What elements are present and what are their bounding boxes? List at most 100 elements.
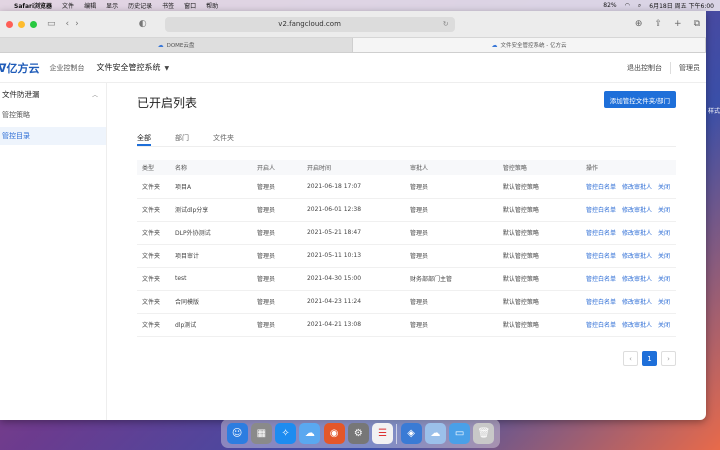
settings-icon[interactable]: ⚙: [347, 423, 369, 444]
whitelist-link[interactable]: 管控白名单: [586, 184, 616, 191]
back-icon[interactable]: ‹: [66, 19, 70, 29]
close-window-button[interactable]: [6, 20, 13, 28]
menu-edit[interactable]: 编辑: [84, 1, 96, 10]
whitelist-link[interactable]: 管控白名单: [586, 253, 616, 260]
close-link[interactable]: 关闭: [658, 207, 670, 214]
safari-icon[interactable]: ✧: [275, 423, 297, 444]
privacy-icon[interactable]: ◐: [139, 19, 147, 29]
divider: [670, 61, 671, 74]
datetime[interactable]: 6月18日 周五 下午6:00: [649, 1, 714, 10]
app-header: ᐁ亿方云 企业控制台 文件安全管控系统 ▼ 退出控制台 管理员: [0, 53, 706, 83]
exit-console-link[interactable]: 退出控制台: [627, 63, 662, 73]
firefox-icon[interactable]: ◉: [323, 423, 345, 444]
search-icon[interactable]: ⌕: [638, 2, 641, 10]
tab-bar: ☁ DOME云盘 ☁ 文件安全管控系统 - 亿方云: [0, 38, 706, 53]
change-approver-link[interactable]: 修改审批人: [622, 276, 652, 283]
cell-opener: 管理员: [251, 175, 302, 199]
menu-help[interactable]: 帮助: [206, 1, 218, 10]
close-link[interactable]: 关闭: [658, 276, 670, 283]
table-row: 文件夹 测试dlp分享 管理员 2021-06-01 12:38 管理员 默认管控策略 管控…: [137, 198, 676, 222]
user-menu[interactable]: 管理员: [679, 63, 700, 73]
finder-icon[interactable]: ☺: [226, 423, 248, 444]
whitelist-link[interactable]: 管控白名单: [586, 299, 616, 306]
close-link[interactable]: 关闭: [658, 184, 670, 191]
col-type: 类型: [137, 160, 170, 175]
tab-all[interactable]: 全部: [137, 133, 151, 146]
folder-icon[interactable]: ▭: [449, 423, 471, 444]
col-time: 开启时间: [301, 160, 405, 175]
change-approver-link[interactable]: 修改审批人: [622, 322, 652, 329]
page-title: 已开启列表: [137, 96, 198, 110]
address-bar[interactable]: v2.fangcloud.com ↻: [164, 16, 455, 32]
logo-text: 亿方云: [6, 61, 40, 75]
cell-approver: 管理员: [404, 221, 498, 245]
cell-opener: 管理员: [251, 198, 302, 222]
trash-icon[interactable]: 🗑: [473, 423, 495, 444]
prev-page-button[interactable]: ‹: [623, 351, 638, 366]
whitelist-link[interactable]: 管控白名单: [586, 276, 616, 283]
whitelist-link[interactable]: 管控白名单: [586, 230, 616, 237]
cell-type: 文件夹: [137, 313, 170, 337]
table-header: 类型 名称 开启人 开启时间 审批人 管控策略 操作: [137, 160, 676, 175]
page-1-button[interactable]: 1: [642, 351, 657, 366]
menu-file[interactable]: 文件: [62, 1, 74, 10]
cell-ops: 管控白名单 修改审批人 关闭: [580, 267, 676, 291]
whitelist-link[interactable]: 管控白名单: [586, 322, 616, 329]
sidebar-item-directory[interactable]: 管控目录: [0, 127, 106, 145]
cell-name: 测试dlp分享: [169, 198, 252, 222]
desktop-label: 样式: [707, 108, 720, 115]
change-approver-link[interactable]: 修改审批人: [622, 253, 652, 260]
new-tab-icon[interactable]: +: [674, 19, 682, 29]
sidebar-item-policy[interactable]: 管控策略: [0, 106, 106, 124]
tab-folder[interactable]: 文件夹: [213, 133, 234, 146]
change-approver-link[interactable]: 修改审批人: [622, 230, 652, 237]
change-approver-link[interactable]: 修改审批人: [622, 184, 652, 191]
wifi-icon[interactable]: ◠: [625, 2, 630, 9]
change-approver-link[interactable]: 修改审批人: [622, 207, 652, 214]
cell-ops: 管控白名单 修改审批人 关闭: [580, 221, 676, 245]
menu-view[interactable]: 显示: [106, 1, 118, 10]
close-link[interactable]: 关闭: [658, 253, 670, 260]
table-row: 文件夹 项目审计 管理员 2021-05-11 10:13 管理员 默认管控策略 管控白名单…: [137, 244, 676, 268]
cell-time: 2021-06-18 17:07: [301, 175, 405, 199]
change-approver-link[interactable]: 修改审批人: [622, 299, 652, 306]
close-link[interactable]: 关闭: [658, 322, 670, 329]
cell-name: dlp测试: [169, 313, 252, 337]
menu-window[interactable]: 窗口: [184, 1, 196, 10]
filter-tabs: 全部 部门 文件夹: [137, 133, 676, 147]
menu-history[interactable]: 历史记录: [128, 1, 152, 10]
system-name: 文件安全管控系统: [96, 63, 161, 72]
table-row: 文件夹 项目A 管理员 2021-06-18 17:07 管理员 默认管控策略 管控白名单修…: [137, 175, 676, 199]
tab-overview-icon[interactable]: ⧉: [694, 19, 700, 29]
whitelist-link[interactable]: 管控白名单: [586, 207, 616, 214]
logo[interactable]: ᐁ亿方云: [0, 60, 40, 76]
close-link[interactable]: 关闭: [658, 299, 670, 306]
next-page-button[interactable]: ›: [661, 351, 676, 366]
minimize-window-button[interactable]: [18, 20, 25, 28]
menu-bookmarks[interactable]: 书签: [162, 1, 174, 10]
cell-opener: 管理员: [251, 244, 302, 268]
weather-icon[interactable]: ☁: [299, 423, 321, 444]
fangcloud-icon[interactable]: ◈: [400, 423, 422, 444]
cloud-app-icon[interactable]: ☁: [424, 423, 446, 444]
col-name: 名称: [169, 160, 252, 175]
sidebar-toggle-icon[interactable]: ▭: [47, 19, 56, 29]
launchpad-icon[interactable]: ▦: [250, 423, 272, 444]
reminders-icon[interactable]: ☰: [372, 423, 394, 444]
download-icon[interactable]: ⊕: [635, 19, 643, 29]
share-icon[interactable]: ⇪: [654, 19, 662, 29]
add-controlled-folder-button[interactable]: 添加管控文件夹/部门: [603, 91, 676, 108]
sidebar-group-dlp[interactable]: 文件防泄漏 ︿: [0, 87, 106, 101]
zoom-window-button[interactable]: [30, 20, 37, 28]
close-link[interactable]: 关闭: [658, 230, 670, 237]
reload-icon[interactable]: ↻: [443, 20, 449, 28]
menu-app[interactable]: Safari浏览器: [14, 1, 52, 10]
tab-dome[interactable]: ☁ DOME云盘: [0, 38, 353, 52]
battery-level[interactable]: 82%: [603, 2, 616, 9]
forward-icon[interactable]: ›: [75, 19, 79, 29]
system-selector[interactable]: 文件安全管控系统 ▼: [97, 62, 170, 73]
tab-department[interactable]: 部门: [175, 133, 189, 146]
dock-divider: [396, 423, 398, 444]
tab-fangcloud[interactable]: ☁ 文件安全管控系统 - 亿方云: [353, 38, 706, 52]
sidebar: 文件防泄漏 ︿ 管控策略 管控目录: [0, 83, 107, 420]
